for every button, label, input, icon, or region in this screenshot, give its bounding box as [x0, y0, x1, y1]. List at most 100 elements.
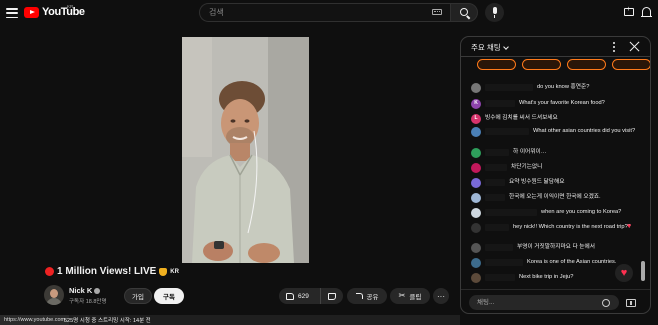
heart-icon: ♥ [620, 266, 628, 279]
super-chat-icon[interactable] [626, 299, 636, 307]
video-player[interactable] [182, 37, 309, 263]
channel-name[interactable]: Nick K [69, 286, 101, 295]
verified-icon [94, 287, 101, 294]
youtube-logo[interactable]: YouTube [24, 6, 85, 18]
scissors-icon: ✂ [398, 291, 406, 300]
create-video-icon[interactable] [624, 6, 634, 16]
video-title: 1 Million Views! LIVE KR [45, 266, 179, 277]
chat-author-name[interactable] [485, 259, 523, 266]
chat-author-name[interactable] [485, 274, 515, 281]
chat-input-row [461, 289, 650, 313]
microphone-icon[interactable] [485, 3, 504, 22]
chat-author-avatar[interactable] [471, 208, 481, 218]
chat-message-text: 요약 빙수원드 닮담해요 [509, 179, 565, 185]
like-count: 629 [298, 292, 309, 300]
search-icon [460, 8, 469, 16]
chat-author-avatar[interactable] [471, 243, 481, 253]
chat-message-text: when are you coming to Korea? [541, 209, 622, 215]
chat-author-avatar[interactable] [471, 223, 481, 233]
keyboard-icon[interactable] [432, 9, 442, 15]
clip-label: 클립 [409, 294, 422, 301]
video-title-text: 1 Million Views! LIVE [57, 266, 157, 277]
thumb-up-icon [286, 292, 294, 300]
chat-message-text: 차단기는없니 [511, 164, 543, 170]
share-button[interactable]: 공유 [347, 288, 387, 304]
chat-author-name[interactable] [485, 244, 513, 251]
chat-author-name[interactable] [485, 209, 537, 216]
search-input[interactable] [199, 3, 451, 22]
close-icon[interactable] [629, 41, 640, 52]
top-bar: YouTube KR [0, 0, 658, 26]
chat-message-text: What other asian countries did you visit… [533, 128, 636, 134]
chat-author-avatar[interactable]: L [471, 114, 481, 124]
chat-message-text: 빙수에 김치를 씨서 드셔보세요 [485, 115, 558, 121]
search-button[interactable] [450, 3, 478, 22]
chat-author-name[interactable] [485, 179, 505, 186]
super-chat-tickers [477, 59, 650, 70]
chat-author-avatar[interactable] [471, 273, 481, 283]
emoji-icon[interactable] [602, 299, 610, 307]
video-title-suffix: KR [170, 268, 179, 275]
notifications-icon[interactable] [641, 7, 652, 18]
thumb-down-icon[interactable] [328, 292, 336, 300]
heart-icon: ♥ [627, 223, 632, 230]
subscriber-count: 구독자 18.8만명 [69, 299, 107, 305]
chat-mode-dropdown[interactable]: 주요 채팅 [471, 42, 509, 53]
status-bar: https://www.youtube.com 525명 시청 중 스트리밍 시… [0, 315, 460, 325]
super-chat-ticker[interactable] [477, 59, 516, 70]
more-options-icon[interactable] [613, 42, 616, 52]
chat-author-name[interactable] [485, 84, 533, 91]
join-button[interactable]: 가입 [124, 288, 152, 304]
youtube-play-icon [24, 6, 39, 18]
super-chat-ticker[interactable] [522, 59, 561, 70]
live-chat-panel: 주요 채팅 do you know 흥연준? K What's your favor… [460, 36, 651, 314]
channel-name-text[interactable]: Nick K [69, 286, 92, 295]
super-chat-ticker[interactable] [612, 59, 650, 70]
region-label: KR [67, 4, 74, 9]
clip-button[interactable]: ✂ 클립 [390, 288, 430, 304]
status-url: https://www.youtube.com [0, 315, 70, 325]
logo-text: YouTube [42, 6, 85, 18]
chat-author-avatar[interactable] [471, 258, 481, 268]
chat-message-text: 한국에 오는게 이익이면 한국에 오겠죠. [509, 194, 601, 200]
chat-message-text: 하 이어뮈이… [513, 149, 547, 155]
more-actions-button[interactable]: ··· [433, 288, 449, 304]
channel-avatar[interactable] [44, 285, 64, 305]
search-bar [199, 3, 478, 22]
chat-header: 주요 채팅 [461, 37, 650, 57]
super-chat-ticker[interactable] [567, 59, 606, 70]
chat-author-avatar[interactable] [471, 178, 481, 188]
chat-author-name[interactable] [485, 149, 509, 156]
reaction-button[interactable]: ♥ [615, 264, 633, 282]
chat-author-avatar[interactable] [471, 83, 481, 93]
chat-scrollbar[interactable] [641, 261, 645, 281]
live-red-circle-icon [45, 267, 54, 276]
menu-icon[interactable] [6, 6, 18, 20]
video-frame [182, 37, 309, 263]
chat-author-avatar[interactable] [471, 193, 481, 203]
chat-author-name[interactable] [485, 194, 505, 201]
chat-message-text: Korea is one of the Asian countries. [527, 259, 617, 265]
share-icon [355, 293, 363, 299]
chat-message-text: Next bike trip in Jeju? [519, 274, 574, 280]
chat-input[interactable] [469, 295, 619, 310]
chevron-down-icon [502, 43, 509, 50]
chat-messages: do you know 흥연준? K What's your favorite Ko… [461, 75, 650, 289]
viewer-stats: 525명 시청 중 스트리밍 시작: 14분 전 [64, 318, 151, 324]
chat-author-avatar[interactable] [471, 163, 481, 173]
chat-author-name[interactable] [485, 100, 515, 107]
share-label: 공유 [366, 294, 379, 301]
chat-message-text: What's your favorite Korean food? [519, 100, 605, 106]
like-button[interactable]: 629 [279, 288, 321, 304]
chat-author-avatar[interactable] [471, 127, 481, 137]
chat-author-avatar[interactable]: K [471, 99, 481, 109]
subscribe-button[interactable]: 구독 [154, 288, 184, 304]
folded-hands-icon [159, 267, 168, 276]
chat-author-avatar[interactable] [471, 148, 481, 158]
chat-mode-label: 주요 채팅 [471, 43, 501, 52]
chat-message-text: hey nick!! Which country is the next roa… [513, 224, 631, 230]
chat-message-text: 부영이 거짓말하지마요 다 늗에서 [517, 244, 595, 250]
like-dislike-group: 629 [279, 288, 343, 304]
chat-author-name[interactable] [485, 164, 507, 171]
chat-message-text: do you know 흥연준? [537, 84, 590, 90]
